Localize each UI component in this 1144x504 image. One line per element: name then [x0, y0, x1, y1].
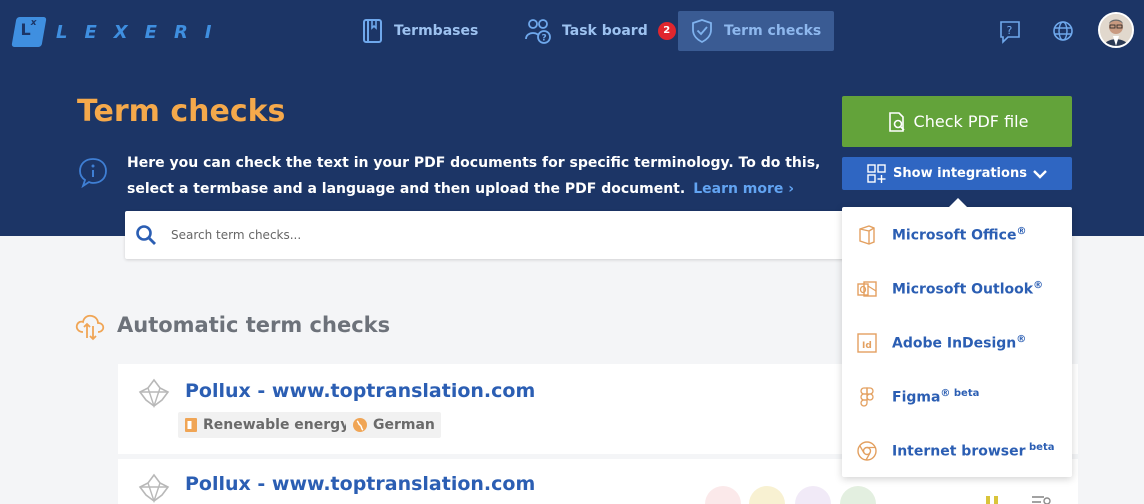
- integration-internet-browser[interactable]: Internet browser beta: [842, 424, 1072, 478]
- globe-small-icon: [353, 418, 367, 432]
- learn-more-link[interactable]: Learn more ›: [693, 181, 794, 197]
- team-question-icon: ?: [525, 19, 551, 44]
- svg-text:?: ?: [1007, 24, 1013, 37]
- outlook-icon: [857, 281, 877, 297]
- integrations-grid-icon: [867, 163, 886, 183]
- logo-mark: L x: [11, 17, 47, 47]
- file-search-icon: [888, 111, 905, 132]
- chevron-down-icon: [1033, 169, 1047, 179]
- nav-termbases[interactable]: Termbases: [362, 11, 478, 51]
- figma-icon: [860, 387, 874, 407]
- term-check-title[interactable]: Pollux - www.toptranslation.com: [185, 380, 535, 402]
- search-bar: [125, 211, 885, 259]
- page-description: Here you can check the text in your PDF …: [127, 155, 821, 197]
- browser-icon: [857, 441, 877, 461]
- star-shape-icon: [138, 378, 170, 408]
- svg-text:Id: Id: [862, 341, 872, 351]
- domain-tag-label: Renewable energy: [203, 417, 350, 433]
- shield-check-icon: [692, 19, 712, 44]
- search-icon: [136, 225, 156, 245]
- check-pdf-button[interactable]: Check PDF file: [842, 96, 1072, 147]
- lexeri-logo[interactable]: L x LEXERI: [11, 17, 229, 47]
- list-settings-icon[interactable]: [1030, 494, 1052, 504]
- nav-termbases-label: Termbases: [394, 23, 479, 39]
- language-tag: German: [346, 412, 441, 438]
- document-icon: [185, 418, 197, 432]
- section-title: Automatic term checks: [117, 313, 391, 337]
- pause-icon[interactable]: [984, 494, 1002, 504]
- task-count-badge: 2: [657, 22, 676, 40]
- integration-adobe-indesign[interactable]: Id Adobe InDesign®: [842, 316, 1072, 370]
- book-icon: [363, 19, 382, 43]
- nav-termchecks[interactable]: Term checks: [678, 11, 834, 51]
- page-title: Term checks: [77, 94, 286, 129]
- domain-tag: Renewable energy: [178, 412, 356, 438]
- integration-figma[interactable]: Figma® beta: [842, 370, 1072, 424]
- check-pdf-label: Check PDF file: [913, 112, 1029, 131]
- svg-text:?: ?: [542, 34, 547, 44]
- indesign-icon: Id: [857, 333, 877, 353]
- show-integrations-label: Show integrations: [893, 166, 1027, 181]
- office-icon: [859, 225, 875, 245]
- info-icon: [79, 158, 107, 188]
- nav-taskboard[interactable]: ? Task board 2: [524, 11, 676, 51]
- integration-microsoft-office[interactable]: Microsoft Office®: [842, 208, 1072, 262]
- nav-taskboard-label: Task board: [562, 23, 648, 39]
- show-integrations-button[interactable]: Show integrations: [842, 157, 1072, 190]
- integration-microsoft-outlook[interactable]: Microsoft Outlook®: [842, 262, 1072, 316]
- term-check-title[interactable]: Pollux - www.toptranslation.com: [185, 473, 535, 495]
- language-tag-label: German: [373, 417, 435, 433]
- logo-text: LEXERI: [56, 21, 229, 43]
- integrations-dropdown: Microsoft Office® Microsoft Outlook® Id …: [842, 198, 1072, 478]
- avatar-image: [1100, 14, 1132, 46]
- search-input[interactable]: [171, 228, 771, 242]
- globe-icon[interactable]: [1052, 20, 1074, 42]
- user-avatar[interactable]: [1098, 12, 1134, 48]
- cloud-upload-icon: [75, 314, 105, 341]
- help-chat-icon[interactable]: ?: [999, 20, 1021, 44]
- star-shape-icon: [138, 473, 170, 503]
- nav-termchecks-label: Term checks: [724, 23, 822, 39]
